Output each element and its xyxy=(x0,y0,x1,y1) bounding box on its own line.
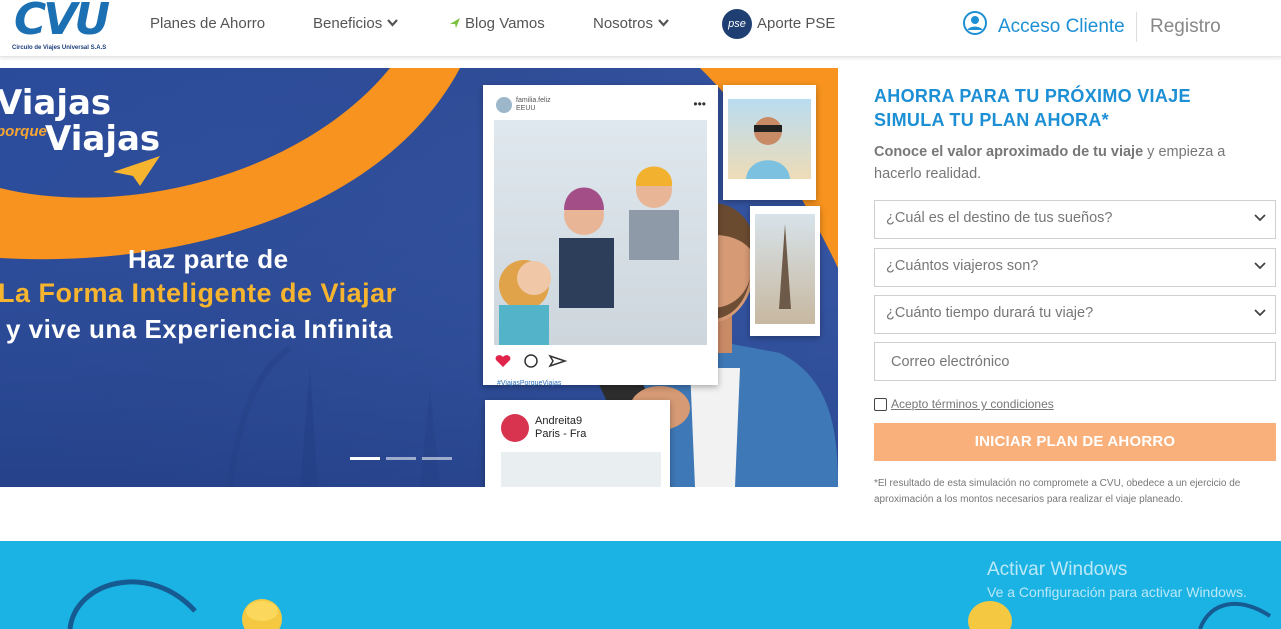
paper-plane-icon xyxy=(450,18,460,28)
avatar xyxy=(501,414,529,442)
social-post-card: familia.feliz EEUU ••• #ViajasPorqueViaj… xyxy=(483,85,718,387)
social-post-card-bottom: Andreita9 Paris - Fra xyxy=(485,400,670,487)
carousel-dot-3[interactable] xyxy=(422,457,452,460)
family-photo xyxy=(499,166,679,345)
email-field[interactable] xyxy=(874,342,1276,381)
post-actions xyxy=(495,354,568,368)
brand-porque: porque xyxy=(0,123,47,140)
pse-icon: pse xyxy=(722,9,752,39)
nav-nosotros[interactable]: Nosotros xyxy=(593,15,669,32)
nav-nosotros-label: Nosotros xyxy=(593,15,654,32)
nav-beneficios-label: Beneficios xyxy=(313,15,383,32)
hero-banner[interactable]: Viajas porque Viajas Haz parte de La For… xyxy=(0,68,838,487)
destino-select[interactable]: ¿Cuál es el destino de tus sueños? xyxy=(874,200,1276,239)
user-circle-icon[interactable] xyxy=(963,11,987,35)
form-intro-bold: Conoce el valor aproximado de tu viaje xyxy=(874,144,1144,160)
post-username: familia.feliz xyxy=(516,97,551,104)
terms-row: Acepto términos y condiciones xyxy=(874,397,1054,411)
form-intro: Conoce el valor aproximado de tu viaje y… xyxy=(874,141,1276,185)
site-header: CVU Circulo de Viajes Universal S.A.S Pl… xyxy=(0,0,1281,57)
social-post-card-small xyxy=(723,85,816,200)
tiempo-select-label: ¿Cuánto tiempo durará tu viaje? xyxy=(886,305,1094,321)
acceso-cliente-link[interactable]: Acceso Cliente xyxy=(998,16,1125,38)
chevron-down-icon xyxy=(1254,309,1266,317)
nav-beneficios[interactable]: Beneficios xyxy=(313,15,399,32)
banner-headline-3: y vive una Experiencia Infinita xyxy=(6,314,393,344)
banner-headline-2: La Forma Inteligente de Viajar xyxy=(0,278,397,308)
post-location: EEUU xyxy=(516,105,536,112)
brand-line1: Viajas xyxy=(0,83,112,123)
post-hashtag: #ViajasPorqueViajas xyxy=(497,380,562,387)
logo-text: CVU xyxy=(14,0,110,45)
more-icon: ••• xyxy=(693,97,706,111)
chevron-down-icon xyxy=(1254,214,1266,222)
chevron-down-icon xyxy=(387,19,399,27)
post-photo-beach xyxy=(728,99,811,179)
nav-blog-label: Blog Vamos xyxy=(465,15,545,32)
nav-aporte-label: Aporte PSE xyxy=(757,15,836,32)
form-title: AHORRA PARA TU PRÓXIMO VIAJE SIMULA TU P… xyxy=(874,84,1276,132)
viajeros-select[interactable]: ¿Cuántos viajeros son? xyxy=(874,248,1276,287)
registro-link[interactable]: Registro xyxy=(1150,16,1221,38)
avatar xyxy=(496,97,512,113)
post-photo-bottom xyxy=(501,452,661,487)
post-user-bottom: Andreita9 Paris - Fra xyxy=(535,415,586,441)
chevron-down-icon xyxy=(1254,262,1266,270)
disclaimer-text: *El resultado de esta simulación no comp… xyxy=(874,478,1241,505)
header-divider xyxy=(1136,12,1137,42)
nav-planes-label: Planes de Ahorro xyxy=(150,15,266,32)
eiffel-photo xyxy=(755,214,815,324)
terms-checkbox[interactable] xyxy=(874,398,887,411)
social-post-card-paris xyxy=(750,206,820,336)
destino-select-label: ¿Cuál es el destino de tus sueños? xyxy=(886,210,1113,226)
nav-aporte-pse[interactable]: Aporte PSE xyxy=(757,15,835,32)
tiempo-select[interactable]: ¿Cuánto tiempo durará tu viaje? xyxy=(874,295,1276,334)
nav-blog-vamos[interactable]: Blog Vamos xyxy=(450,15,545,32)
iniciar-plan-button[interactable]: INICIAR PLAN DE AHORRO xyxy=(874,423,1276,461)
windows-watermark-text: Ve a Configuración para activar Windows. xyxy=(987,584,1247,600)
post-location-bottom: Paris - Fra xyxy=(535,428,587,440)
windows-watermark-title: Activar Windows xyxy=(987,559,1128,580)
post-user: familia.feliz EEUU xyxy=(516,97,551,113)
carousel-dot-2[interactable] xyxy=(386,457,416,460)
savings-simulator-form: AHORRA PARA TU PRÓXIMO VIAJE SIMULA TU P… xyxy=(874,84,1276,505)
form-title-line1: AHORRA PARA TU PRÓXIMO VIAJE xyxy=(874,86,1191,106)
traveler-photo xyxy=(746,117,790,179)
viajeros-select-label: ¿Cuántos viajeros son? xyxy=(886,258,1039,274)
logo-subtitle: Circulo de Viajes Universal S.A.S xyxy=(12,45,107,51)
nav-planes-de-ahorro[interactable]: Planes de Ahorro xyxy=(150,15,265,32)
banner-headline-1: Haz parte de xyxy=(128,244,289,274)
post-photo xyxy=(494,120,707,345)
terms-link[interactable]: Acepto términos y condiciones xyxy=(891,397,1054,411)
brand-line2: Viajas xyxy=(45,119,161,159)
chevron-down-icon xyxy=(658,19,669,27)
cvu-logo[interactable]: CVU Circulo de Viajes Universal S.A.S xyxy=(10,0,118,56)
carousel-dot-1[interactable] xyxy=(350,457,380,460)
post-username-bottom: Andreita9 xyxy=(535,415,583,427)
form-title-line2: SIMULA TU PLAN AHORA* xyxy=(874,110,1109,130)
